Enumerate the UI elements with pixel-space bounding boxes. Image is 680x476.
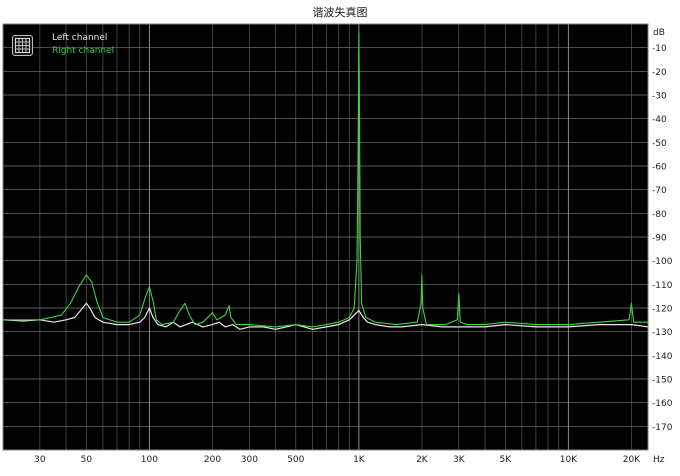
y-tick-label: -120	[652, 305, 673, 315]
x-tick-label: 20K	[623, 455, 641, 465]
chart-svg: -10 -20 -30 -40 -50 -60 -70 -80 -90 -100 -110 -120 -…	[2, 23, 673, 465]
x-tick-label: 2K	[416, 455, 429, 465]
legend-item-left-channel: Left channel	[52, 33, 108, 43]
y-tick-label: -130	[652, 328, 673, 338]
y-tick-label: -80	[652, 210, 667, 220]
x-tick-label: 200	[204, 455, 221, 465]
y-tick-labels: -10 -20 -30 -40 -50 -60 -70 -80 -90 -100 -110 -120 -…	[652, 44, 673, 433]
y-tick-label: -90	[652, 234, 667, 244]
y-tick-label: -60	[652, 163, 667, 173]
y-tick-label: -20	[652, 68, 667, 78]
legend-item-right-channel: Right channel	[52, 46, 115, 56]
x-tick-label: 300	[241, 455, 258, 465]
x-tick-label: 5K	[499, 455, 512, 465]
x-tick-label: 500	[287, 455, 304, 465]
y-tick-label: -110	[652, 281, 673, 291]
y-tick-label: -160	[652, 399, 673, 409]
y-tick-label: -70	[652, 186, 667, 196]
x-tick-label: 10K	[560, 455, 578, 465]
y-tick-label: -40	[652, 115, 667, 125]
y-axis-label: dB	[653, 28, 665, 38]
x-tick-label: 30	[34, 455, 46, 465]
x-tick-label: 50	[81, 455, 93, 465]
x-axis-label: Hz	[653, 455, 665, 465]
y-tick-label: -50	[652, 139, 667, 149]
y-tick-label: -30	[652, 92, 667, 102]
x-tick-labels: 30 50 100 200 300 500 1K 2K 3K 5K 10K 20K	[34, 455, 641, 465]
x-tick-label: 1K	[353, 455, 366, 465]
x-tick-label: 3K	[453, 455, 466, 465]
grid-chart-icon[interactable]	[12, 35, 33, 56]
x-tick-label: 100	[141, 455, 158, 465]
y-tick-label: -140	[652, 352, 673, 362]
y-tick-label: -10	[652, 44, 667, 54]
y-tick-label: -150	[652, 376, 673, 386]
y-tick-label: -100	[652, 257, 673, 267]
y-tick-label: -170	[652, 423, 673, 433]
